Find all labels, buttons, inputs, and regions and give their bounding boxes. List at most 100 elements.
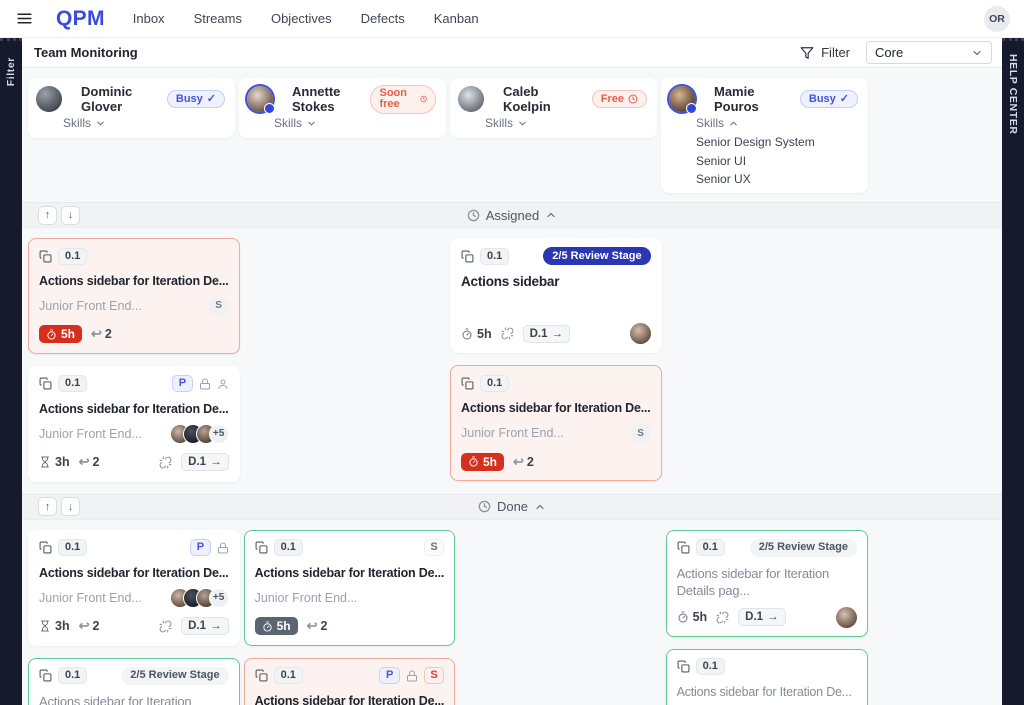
unlink-icon bbox=[716, 611, 729, 624]
review-stage-badge: 2/5 Review Stage bbox=[543, 247, 650, 265]
user-avatar[interactable]: OR bbox=[984, 6, 1010, 32]
task-title: Actions sidebar for Iteration De... bbox=[255, 693, 445, 705]
version-badge: 0.1 bbox=[480, 248, 509, 265]
assignee-avatar bbox=[836, 607, 857, 628]
filter-rail-label: Filter bbox=[5, 57, 17, 86]
skills-toggle[interactable]: Skills bbox=[274, 116, 317, 130]
move-up-button[interactable]: ↑ bbox=[38, 497, 57, 516]
task-title: Actions sidebar for Iteration De... bbox=[255, 565, 445, 582]
skills-toggle[interactable]: Skills bbox=[63, 116, 106, 130]
avatar[interactable] bbox=[669, 86, 695, 112]
skill-item: Senior UX bbox=[696, 172, 858, 186]
board-content: Dominic Glover Busy✓ Skills Annette Stok… bbox=[22, 68, 1002, 705]
timer-icon bbox=[677, 611, 689, 623]
column-3: 0.1 2/5 Review Stage Actions sidebar 5h … bbox=[450, 238, 662, 481]
link-badge[interactable]: D.1→ bbox=[181, 617, 228, 635]
skills-toggle[interactable]: Skills bbox=[485, 116, 528, 130]
avatar[interactable] bbox=[36, 86, 62, 112]
column-3 bbox=[459, 530, 661, 534]
nav-item-kanban[interactable]: Kanban bbox=[434, 11, 479, 26]
chevron-down-icon bbox=[306, 118, 317, 129]
priority-badge: P bbox=[379, 667, 399, 684]
assignee-avatar bbox=[630, 323, 651, 344]
task-card[interactable]: 0.1 P Actions sidebar for Iteration De..… bbox=[28, 530, 240, 646]
timer-icon bbox=[46, 329, 57, 340]
filter-rail[interactable]: Filter bbox=[0, 38, 22, 705]
task-title: Actions sidebar bbox=[461, 273, 651, 291]
nav-item-streams[interactable]: Streams bbox=[194, 11, 242, 26]
skill-item: Senior Design System bbox=[696, 135, 858, 149]
task-role: Junior Front End... bbox=[255, 591, 358, 605]
version-badge: 0.1 bbox=[58, 248, 87, 265]
task-card[interactable]: 0.1 Actions sidebar for Iteration De... … bbox=[666, 649, 868, 705]
more-count: +5 bbox=[209, 424, 229, 444]
task-role: Junior Front End... bbox=[39, 299, 142, 313]
app-logo[interactable]: QPM bbox=[56, 7, 105, 31]
task-card[interactable]: 0.1 2/5 Review Stage Actions sidebar for… bbox=[666, 530, 868, 637]
task-card[interactable]: 0.1 2/5 Review Stage Actions sidebar for… bbox=[28, 658, 240, 705]
person-card-caleb: Caleb Koelpin Free Skills bbox=[450, 78, 657, 138]
skills-toggle[interactable]: Skills bbox=[696, 116, 739, 130]
copy-icon bbox=[39, 541, 52, 554]
version-badge: 0.1 bbox=[58, 375, 87, 392]
copy-icon bbox=[677, 660, 690, 673]
owner-badge: S bbox=[631, 423, 651, 443]
task-card[interactable]: 0.1 P S Actions sidebar for Iteration De… bbox=[244, 658, 456, 705]
task-title: Actions sidebar for Iteration De... bbox=[39, 401, 229, 418]
copy-icon bbox=[677, 541, 690, 554]
flag-badge: S bbox=[424, 539, 444, 556]
avatar[interactable] bbox=[458, 86, 484, 112]
avatar-stack: +5 bbox=[170, 424, 229, 444]
column-2: 0.1 S Actions sidebar for Iteration De..… bbox=[244, 530, 456, 705]
priority-badge: P bbox=[190, 539, 210, 556]
task-role: Junior Front End... bbox=[39, 591, 142, 605]
status-badge: Soon free bbox=[370, 85, 436, 114]
hourglass-icon bbox=[39, 620, 51, 632]
unlink-icon bbox=[159, 620, 172, 633]
copy-icon bbox=[461, 250, 474, 263]
link-badge[interactable]: D.1→ bbox=[523, 325, 570, 343]
scope-select[interactable]: Core bbox=[866, 41, 992, 64]
task-card[interactable]: 0.1 2/5 Review Stage Actions sidebar 5h … bbox=[450, 238, 662, 353]
section-toggle-done[interactable]: Done bbox=[22, 499, 1002, 514]
hamburger-menu-icon[interactable] bbox=[12, 7, 36, 31]
link-badge[interactable]: D.1→ bbox=[181, 453, 228, 471]
section-toggle-assigned[interactable]: Assigned bbox=[22, 208, 1002, 223]
help-center-rail[interactable]: HELP CENTER bbox=[1002, 38, 1024, 705]
assigned-grid: 0.1 Actions sidebar for Iteration De... … bbox=[28, 238, 868, 482]
redo-count: ↩2 bbox=[79, 618, 100, 634]
time-chip-done: 5h bbox=[255, 617, 298, 635]
nav-item-objectives[interactable]: Objectives bbox=[271, 11, 332, 26]
skill-list: Senior Design System Senior UI Senior UX bbox=[696, 135, 858, 186]
chevron-up-icon bbox=[534, 501, 546, 513]
task-card[interactable]: 0.1 P Actions sidebar for Iteration De..… bbox=[28, 366, 240, 482]
priority-badge: P bbox=[172, 375, 192, 392]
column-1: 0.1 P Actions sidebar for Iteration De..… bbox=[28, 530, 240, 705]
avatar[interactable] bbox=[247, 86, 273, 112]
move-down-button[interactable]: ↓ bbox=[61, 206, 80, 225]
task-card[interactable]: 0.1 Actions sidebar for Iteration De... … bbox=[450, 365, 662, 481]
status-badge: Busy✓ bbox=[167, 90, 225, 108]
status-badge: Free bbox=[592, 90, 647, 108]
page-title: Team Monitoring bbox=[34, 45, 138, 60]
chevron-down-icon bbox=[517, 118, 528, 129]
nav-item-inbox[interactable]: Inbox bbox=[133, 11, 165, 26]
version-badge: 0.1 bbox=[480, 375, 509, 392]
flag-badge: S bbox=[424, 667, 444, 684]
unlink-icon bbox=[501, 327, 514, 340]
move-up-button[interactable]: ↑ bbox=[38, 206, 57, 225]
link-badge[interactable]: D.1→ bbox=[738, 608, 785, 626]
move-down-button[interactable]: ↓ bbox=[61, 497, 80, 516]
lock-icon bbox=[406, 670, 418, 682]
lock-icon bbox=[217, 542, 229, 554]
version-badge: 0.1 bbox=[274, 539, 303, 556]
version-badge: 0.1 bbox=[58, 539, 87, 556]
copy-icon bbox=[461, 377, 474, 390]
review-stage-badge: 2/5 Review Stage bbox=[750, 539, 857, 557]
task-card[interactable]: 0.1 S Actions sidebar for Iteration De..… bbox=[244, 530, 456, 646]
filter-button[interactable]: Filter bbox=[800, 45, 850, 60]
task-card[interactable]: 0.1 Actions sidebar for Iteration De... … bbox=[28, 238, 240, 354]
person-name: Dominic Glover bbox=[81, 84, 158, 114]
nav-item-defects[interactable]: Defects bbox=[361, 11, 405, 26]
person-name: Annette Stokes bbox=[292, 84, 361, 114]
